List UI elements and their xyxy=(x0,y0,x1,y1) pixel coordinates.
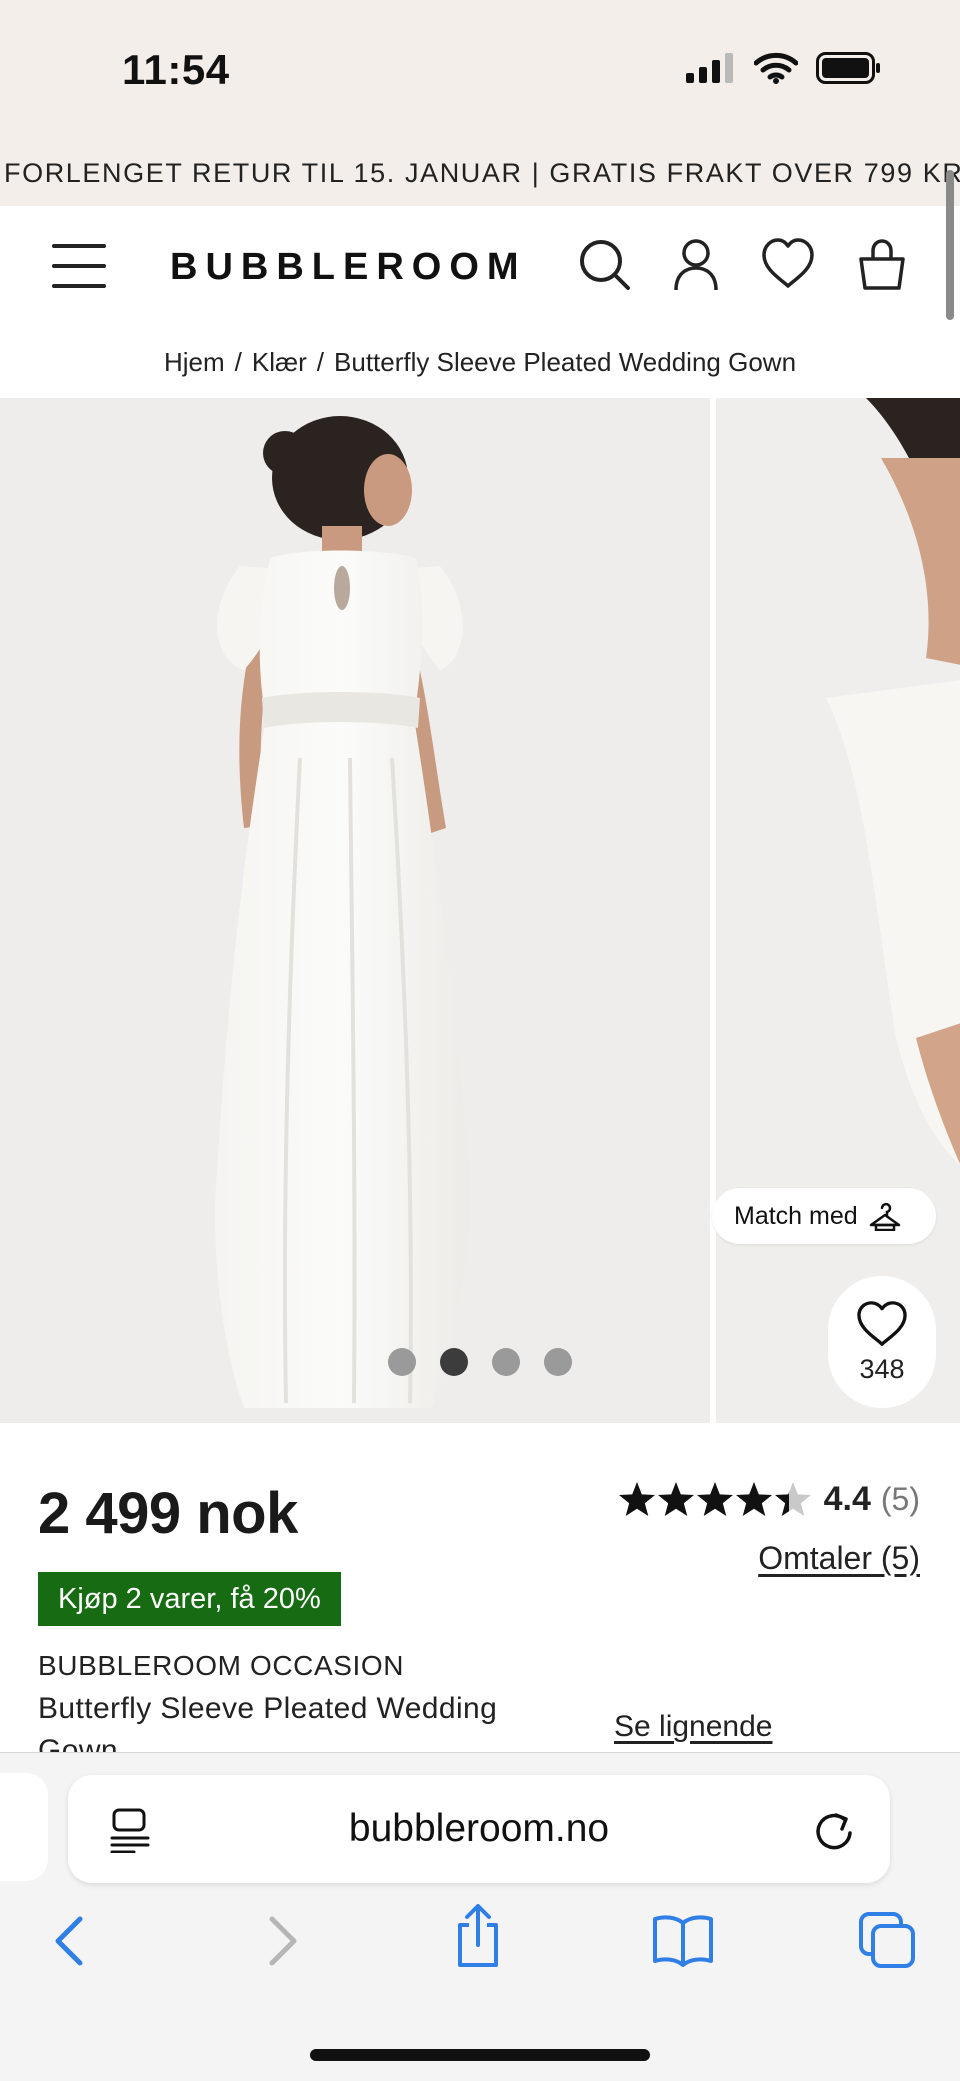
breadcrumb-item-home[interactable]: Hjem xyxy=(164,347,225,378)
site-header: BUBBLEROOM xyxy=(0,206,960,326)
match-with-button[interactable]: Match med xyxy=(712,1188,936,1244)
breadcrumb-separator: / xyxy=(234,346,242,377)
favorite-button[interactable]: 348 xyxy=(828,1276,936,1408)
forward-icon[interactable] xyxy=(262,1913,302,1969)
product-gallery[interactable]: Match med 348 xyxy=(0,398,960,1423)
breadcrumb: Hjem / Klær / Butterfly Sleeve Pleated W… xyxy=(0,326,960,398)
product-rating[interactable]: 4.4 (5) xyxy=(618,1480,920,1519)
search-icon[interactable] xyxy=(576,236,632,292)
signal-icon xyxy=(686,53,733,83)
back-icon[interactable] xyxy=(50,1913,90,1969)
match-with-label: Match med xyxy=(734,1201,858,1230)
battery-icon xyxy=(816,52,880,84)
status-icons xyxy=(686,52,882,84)
heart-icon xyxy=(857,1300,907,1346)
status-bar: 11:54 xyxy=(0,0,960,130)
share-icon[interactable] xyxy=(452,1903,504,1969)
product-price: 2 499 nok xyxy=(38,1481,298,1546)
bookmarks-icon[interactable] xyxy=(652,1913,714,1967)
menu-icon[interactable] xyxy=(52,244,106,288)
rating-stars-icon xyxy=(618,1481,811,1516)
product-image-main[interactable] xyxy=(0,398,710,1423)
rating-count: (5) xyxy=(880,1481,920,1517)
reload-icon[interactable] xyxy=(812,1805,856,1853)
gallery-dot-1[interactable] xyxy=(388,1348,416,1376)
product-image-next[interactable] xyxy=(716,398,960,1423)
product-name: Butterfly Sleeve Pleated Wedding xyxy=(38,1692,498,1725)
gallery-dot-2-active[interactable] xyxy=(440,1348,468,1376)
promo-banner[interactable]: FORLENGET RETUR TIL 15. JANUAR | GRATIS … xyxy=(0,130,960,206)
rating-value: 4.4 xyxy=(823,1480,871,1518)
breadcrumb-item-clothes[interactable]: Klær xyxy=(252,347,307,378)
see-similar-link[interactable]: Se lignende xyxy=(614,1710,772,1744)
scrollbar-thumb[interactable] xyxy=(946,170,954,320)
home-indicator[interactable] xyxy=(310,2049,650,2061)
breadcrumb-separator: / xyxy=(316,346,325,377)
gallery-dot-4[interactable] xyxy=(544,1348,572,1376)
gallery-dot-3[interactable] xyxy=(492,1348,520,1376)
reviews-link[interactable]: Omtaler (5) xyxy=(758,1540,920,1577)
url-text[interactable]: bubbleroom.no xyxy=(68,1807,890,1851)
status-time: 11:54 xyxy=(122,46,230,93)
bag-icon[interactable] xyxy=(854,236,910,292)
breadcrumb-item-current: Butterfly Sleeve Pleated Wedding Gown xyxy=(334,346,797,377)
hanger-icon xyxy=(869,1202,900,1231)
previous-tab-preview[interactable] xyxy=(0,1773,48,1881)
tabs-icon[interactable] xyxy=(858,1911,916,1969)
product-brand[interactable]: BUBBLEROOM OCCASION xyxy=(38,1650,404,1682)
address-bar[interactable]: bubbleroom.no xyxy=(68,1775,890,1883)
model-dress-back-image xyxy=(0,398,710,1423)
model-closeup-image xyxy=(716,398,960,1423)
site-logo[interactable]: BUBBLEROOM xyxy=(170,246,527,289)
browser-bottom-bar: bubbleroom.no xyxy=(0,1752,960,2081)
wifi-icon xyxy=(754,52,798,84)
account-icon[interactable] xyxy=(668,236,724,292)
promo-badge: Kjøp 2 varer, få 20% xyxy=(38,1572,341,1626)
heart-icon[interactable] xyxy=(760,236,816,292)
gallery-pagination xyxy=(388,1348,572,1376)
promo-banner-text: FORLENGET RETUR TIL 15. JANUAR | GRATIS … xyxy=(4,158,960,188)
favorites-count: 348 xyxy=(859,1353,905,1384)
